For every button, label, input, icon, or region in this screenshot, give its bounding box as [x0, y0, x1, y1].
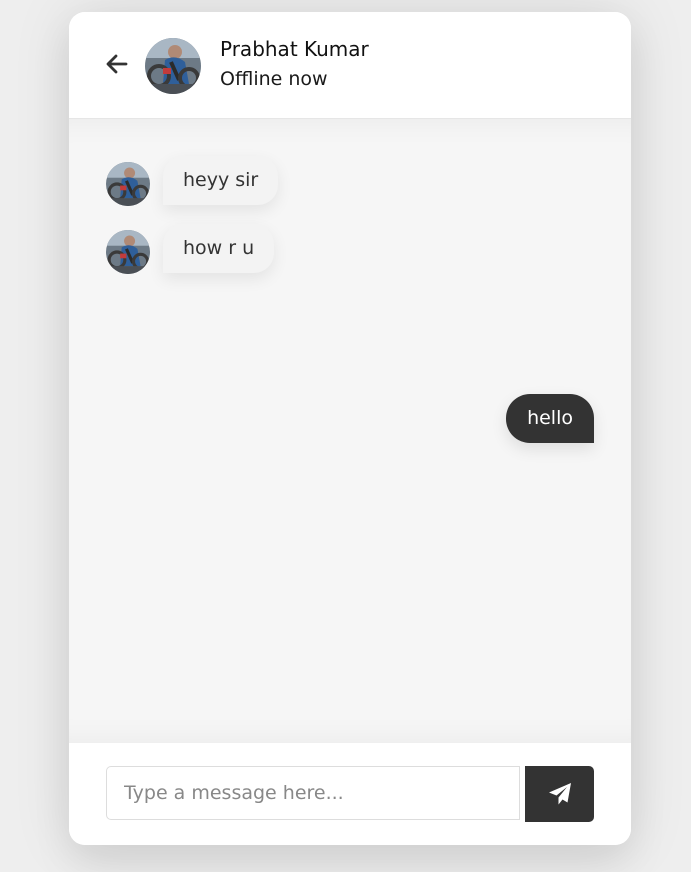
paper-plane-icon [548, 783, 571, 805]
outgoing-message: hello [506, 394, 594, 443]
chat-window: Prabhat Kumar Offline now heyy sir how r… [69, 12, 631, 845]
incoming-message: how r u [163, 224, 275, 273]
avatar [145, 38, 201, 94]
avatar [106, 230, 150, 274]
arrow-left-icon[interactable] [105, 52, 129, 76]
message-list[interactable]: heyy sir how r u hello [69, 119, 631, 743]
incoming-message: heyy sir [163, 156, 279, 205]
contact-name: Prabhat Kumar [220, 37, 369, 61]
contact-status: Offline now [220, 68, 328, 90]
message-composer [69, 743, 631, 845]
send-button[interactable] [525, 766, 594, 822]
message-input[interactable] [106, 766, 520, 820]
avatar [106, 162, 150, 206]
chat-header: Prabhat Kumar Offline now [69, 12, 631, 119]
